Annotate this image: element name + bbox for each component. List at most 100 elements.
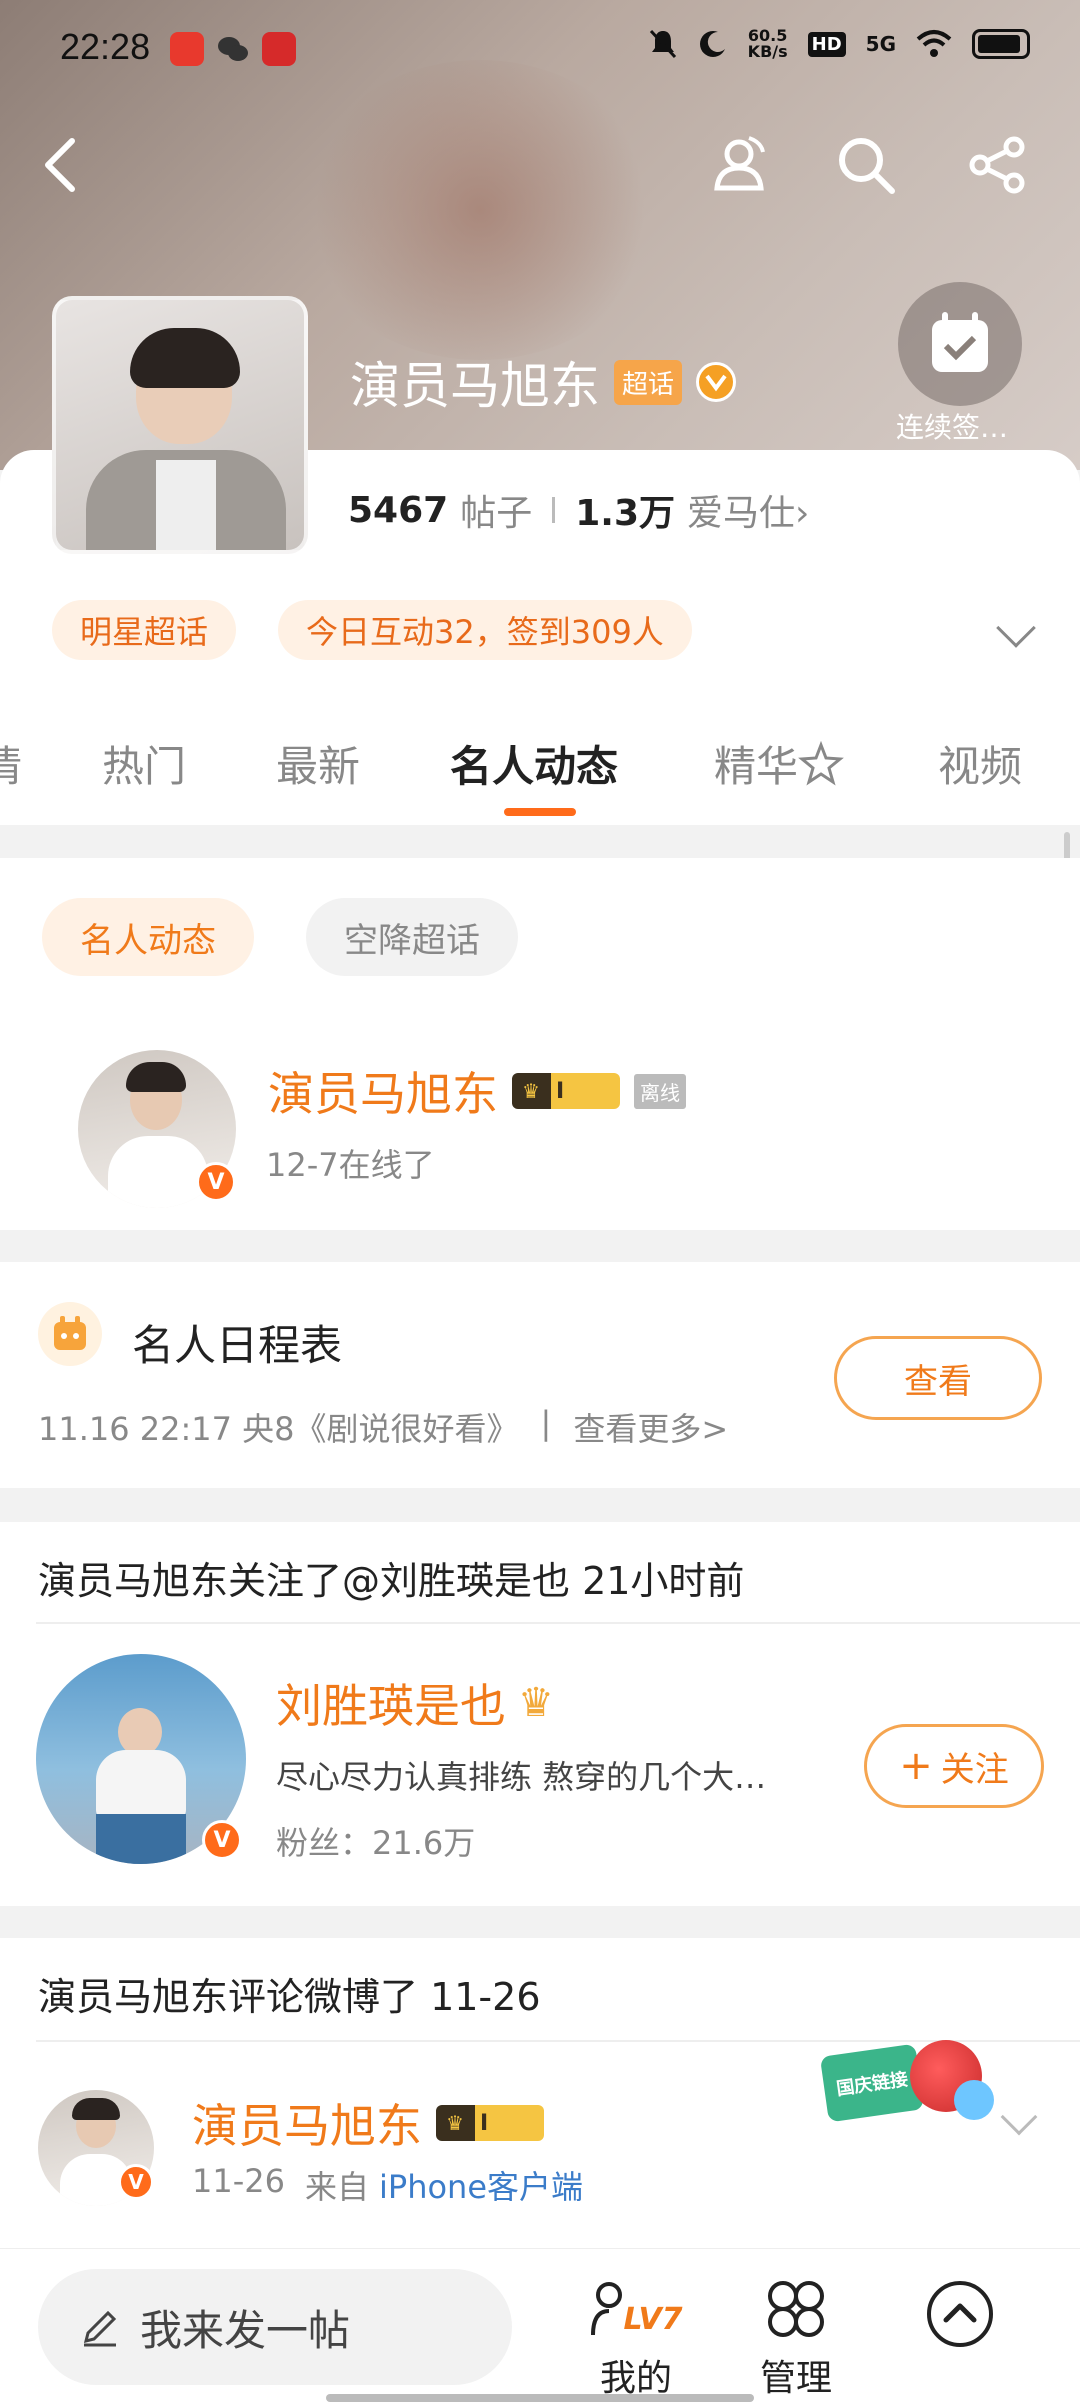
celebrity-name[interactable]: 演员马旭东 [268, 1058, 498, 1124]
tab-featured[interactable]: 精华 [714, 735, 844, 825]
crown-icon: ♛ [446, 2111, 464, 2135]
promo-label: 国庆链接 [819, 2043, 925, 2123]
active-tab-indicator [504, 808, 576, 816]
search-icon [839, 138, 895, 194]
members-button[interactable] [696, 120, 776, 210]
back-arrow-icon [45, 138, 75, 192]
manage-button[interactable]: 管理 [736, 2269, 856, 2401]
home-indicator[interactable] [326, 2394, 754, 2402]
checkin-button[interactable] [898, 282, 1022, 406]
mine-button[interactable]: LV7 我的 [576, 2269, 696, 2401]
search-button[interactable] [826, 120, 906, 210]
app-notification-icon [262, 32, 296, 66]
commenter-name-row: 演员马旭东 ♛ I [192, 2090, 544, 2156]
wechat-notification-icon [216, 32, 250, 66]
avatar-figure-shirt [156, 460, 216, 550]
chevron-up-circle-icon [927, 2281, 993, 2347]
tab-video[interactable]: 视频 [938, 735, 1022, 825]
activity-pill[interactable]: 今日互动32，签到309人 [278, 600, 692, 660]
subtab-celebrity-activity[interactable]: 名人动态 [42, 898, 254, 976]
moon-icon [699, 31, 725, 57]
plus-icon: + [899, 1743, 933, 1789]
status-time: 22:28 [60, 26, 151, 67]
followed-user-fans: 粉丝：21.6万 [276, 1824, 476, 1862]
checkin-label: 连续签… [896, 411, 1009, 444]
schedule-detail: 11.16 22:17 央8《剧说很好看》 [38, 1410, 519, 1448]
crown-level-badge: ♛ I [512, 1073, 620, 1109]
subtab-airdrop[interactable]: 空降超话 [306, 898, 518, 976]
users-icon [714, 136, 765, 191]
divider [36, 1622, 1080, 1624]
posts-label: 帖子 [460, 493, 533, 534]
comment-date: 11-26 [192, 2162, 285, 2200]
schedule-detail-row: 11.16 22:17 央8《剧说很好看》 | 查看更多> [38, 1404, 728, 1450]
followed-user-name-row: 刘胜瑛是也 ♛ [276, 1670, 554, 1736]
network-speed: 60.5 KB/s [747, 26, 788, 61]
celebrity-name-row: 演员马旭东 ♛ I 离线 [268, 1058, 686, 1124]
commenter-name[interactable]: 演员马旭东 [192, 2090, 422, 2156]
tab-hot[interactable]: 热门 [102, 735, 186, 825]
online-status: 12-7在线了 [266, 1146, 435, 1184]
supertopic-title: 演员马旭东 超话 [350, 346, 737, 418]
comment-source-prefix: 来自 [304, 2168, 369, 2206]
verified-badge-icon [696, 362, 737, 402]
schedule-more-link[interactable]: 查看更多> [573, 1404, 728, 1450]
crown-level-badge: ♛ I [436, 2105, 544, 2141]
compose-post-label: 我来发一帖 [140, 2305, 351, 2355]
promo-floating-badge[interactable]: 国庆链接 [819, 2040, 994, 2140]
tab-latest[interactable]: 最新 [276, 735, 360, 825]
pen-icon [83, 2310, 117, 2347]
sparkle-star-icon [798, 740, 844, 786]
scroll-top-button[interactable] [900, 2279, 1020, 2358]
fans-count: 1.3万 [575, 493, 675, 534]
crown-icon: ♛ [522, 1079, 540, 1103]
offline-tag: 离线 [634, 1073, 686, 1109]
status-bar: 22:28 60.5 KB/s HD 5G [0, 0, 1080, 100]
signal-indicator: 5G [865, 32, 896, 56]
compose-post-button[interactable]: 我来发一帖 [38, 2269, 512, 2385]
crown-icon: ♛ [518, 1680, 554, 1726]
follow-button[interactable]: + 关注 [864, 1724, 1044, 1808]
comment-activity-header: 演员马旭东评论微博了 11-26 [38, 1975, 541, 2019]
back-button[interactable] [20, 120, 100, 210]
supertopic-tag: 超话 [614, 359, 683, 405]
category-pill[interactable]: 明星超话 [52, 600, 237, 660]
status-indicators: 60.5 KB/s HD 5G [648, 28, 1030, 60]
tab-partial[interactable]: 情 [0, 735, 22, 825]
posts-count: 5467 [348, 489, 449, 531]
profile-level-icon: LV7 [576, 2269, 696, 2349]
wifi-icon [916, 30, 952, 57]
mute-icon [649, 29, 676, 59]
follow-activity-header: 演员马旭东关注了@刘胜瑛是也 21小时前 [38, 1559, 745, 1603]
schedule-icon [38, 1302, 102, 1366]
verified-v-icon: V [118, 2164, 154, 2200]
calendar-check-icon [932, 312, 988, 372]
supertopic-name: 演员马旭东 [350, 357, 600, 415]
followed-user-bio: 尽心尽力认真排练 熬穿的几个大… [276, 1758, 767, 1796]
supertopic-avatar[interactable] [52, 296, 308, 554]
stats-separator [552, 497, 556, 523]
view-schedule-button[interactable]: 查看 [834, 1336, 1042, 1420]
clover-grid-icon [736, 2269, 856, 2349]
weibo-notification-icon [170, 32, 204, 66]
share-button[interactable] [958, 120, 1038, 210]
fans-label-link[interactable]: 爱马仕› [687, 484, 809, 536]
hd-indicator: HD [807, 31, 846, 57]
battery-icon [972, 29, 1030, 59]
chevron-right-icon: › [795, 493, 810, 534]
verified-v-icon: V [196, 1162, 236, 1202]
bottom-bar: 我来发一帖 LV7 我的 管理 [0, 2248, 1080, 2408]
top-navigation [0, 120, 1080, 210]
supertopic-stats: 5467 帖子 1.3万 爱马仕› [348, 484, 809, 536]
share-icon [969, 136, 1025, 194]
manage-label: 管理 [759, 2358, 832, 2399]
avatar-figure-hair [130, 328, 240, 388]
followed-user-name[interactable]: 刘胜瑛是也 [276, 1670, 506, 1736]
bubble-icon [954, 2080, 994, 2120]
mine-label: 我的 [599, 2358, 672, 2399]
comment-source[interactable]: iPhone客户端 [379, 2162, 583, 2208]
verified-v-icon: V [202, 1820, 242, 1860]
comment-meta-row: 11-26 来自 iPhone客户端 [192, 2162, 583, 2208]
schedule-title: 名人日程表 [132, 1321, 343, 1370]
schedule-separator: | [540, 1404, 552, 1442]
